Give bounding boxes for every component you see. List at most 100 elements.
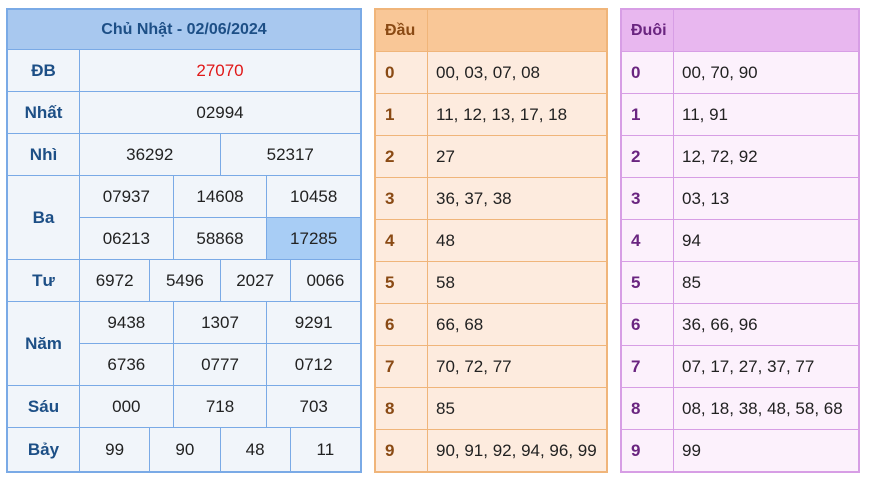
duoi-header: Đuôi — [622, 10, 858, 52]
prize-number: 14608 — [172, 176, 267, 217]
dau-key: 0 — [376, 52, 428, 93]
dau-key: 1 — [376, 94, 428, 135]
prize-number: 36292 — [126, 144, 174, 164]
dau-row: 0 00, 03, 07, 08 — [376, 52, 606, 94]
duoi-values: 00, 70, 90 — [682, 62, 758, 82]
duoi-row: 6 36, 66, 96 — [622, 304, 858, 346]
prize-third: Ba 07937 14608 10458 06213 58868 17285 — [8, 176, 361, 260]
duoi-values: 08, 18, 38, 48, 58, 68 — [682, 398, 843, 418]
prize-number: 27070 — [196, 60, 244, 80]
dau-key: 7 — [376, 346, 428, 387]
prize-special: ĐB 27070 — [8, 50, 360, 92]
duoi-title: Đuôi — [622, 10, 674, 51]
prize-sixth: Sáu 000 718 703 — [8, 386, 360, 428]
prize-label: Tư — [8, 260, 80, 301]
duoi-values: 85 — [682, 272, 701, 292]
duoi-row: 8 08, 18, 38, 48, 58, 68 — [622, 388, 858, 430]
dau-values: 90, 91, 92, 94, 96, 99 — [436, 441, 597, 460]
prize-fifth: Năm 9438 1307 9291 6736 0777 0712 — [8, 302, 360, 386]
prize-second: Nhì 36292 52317 — [8, 134, 360, 176]
prize-number: 6736 — [107, 354, 146, 374]
prize-number-highlighted: 17285 — [266, 218, 361, 259]
duoi-row: 2 12, 72, 92 — [622, 136, 858, 178]
duoi-values: 07, 17, 27, 37, 77 — [682, 356, 815, 376]
prize-label: Bảy — [8, 428, 80, 471]
prize-number: 11 — [289, 428, 360, 471]
dau-values: 27 — [436, 146, 455, 166]
dau-row: 9 90, 91, 92, 94, 96, 99 — [376, 430, 606, 472]
duoi-values: 11, 91 — [682, 104, 729, 124]
dau-key: 2 — [376, 136, 428, 177]
prize-number: 9291 — [266, 302, 360, 343]
dau-key: 6 — [376, 304, 428, 345]
dau-row: 2 27 — [376, 136, 606, 178]
prize-number: 52317 — [219, 134, 361, 175]
prize-number: 0777 — [172, 344, 267, 385]
prize-first: Nhất 02994 — [8, 92, 360, 134]
results-table: Chủ Nhật - 02/06/2024 ĐB 27070 Nhất 0299… — [6, 8, 362, 473]
duoi-key: 2 — [622, 136, 674, 177]
duoi-row: 4 94 — [622, 220, 858, 262]
duoi-row: 3 03, 13 — [622, 178, 858, 220]
dau-row: 6 66, 68 — [376, 304, 606, 346]
prize-number: 0066 — [289, 260, 360, 301]
dau-values: 85 — [436, 398, 455, 418]
dau-title: Đầu — [376, 10, 428, 51]
prize-number: 02994 — [196, 102, 244, 122]
dau-header: Đầu — [376, 10, 606, 52]
dau-row: 1 11, 12, 13, 17, 18 — [376, 94, 606, 136]
dau-values: 70, 72, 77 — [436, 356, 512, 376]
prize-label: Sáu — [8, 386, 80, 427]
duoi-values: 99 — [682, 441, 701, 460]
dau-key: 4 — [376, 220, 428, 261]
prize-number: 000 — [112, 396, 141, 416]
prize-number: 0712 — [266, 344, 360, 385]
dau-values: 58 — [436, 272, 455, 292]
duoi-row: 1 11, 91 — [622, 94, 858, 136]
dau-key: 3 — [376, 178, 428, 219]
duoi-key: 7 — [622, 346, 674, 387]
duoi-key: 1 — [622, 94, 674, 135]
prize-number: 1307 — [172, 302, 267, 343]
duoi-row: 5 85 — [622, 262, 858, 304]
duoi-key: 8 — [622, 388, 674, 429]
duoi-values: 94 — [682, 230, 701, 250]
dau-values: 48 — [436, 230, 455, 250]
dau-row: 5 58 — [376, 262, 606, 304]
duoi-key: 0 — [622, 52, 674, 93]
prize-number: 6972 — [95, 270, 134, 290]
duoi-table: Đuôi 0 00, 70, 90 1 11, 91 2 12, 72, 92 3 03… — [620, 8, 860, 473]
duoi-values: 03, 13 — [682, 188, 730, 208]
prize-number: 48 — [219, 428, 290, 471]
duoi-values: 12, 72, 92 — [682, 146, 758, 166]
prize-label: ĐB — [8, 50, 80, 91]
dau-key: 9 — [376, 430, 428, 472]
dau-key: 8 — [376, 388, 428, 429]
prize-number: 2027 — [219, 260, 290, 301]
prize-number: 90 — [149, 428, 219, 471]
duoi-key: 9 — [622, 430, 674, 472]
results-title: Chủ Nhật - 02/06/2024 — [8, 10, 360, 50]
dau-row: 7 70, 72, 77 — [376, 346, 606, 388]
results-body: ĐB 27070 Nhất 02994 Nhì 36292 52317 Ba 0… — [8, 50, 361, 471]
dau-key: 5 — [376, 262, 428, 303]
dau-values: 11, 12, 13, 17, 18 — [436, 104, 568, 124]
prize-number: 9438 — [107, 312, 146, 332]
dau-row: 3 36, 37, 38 — [376, 178, 606, 220]
duoi-row: 0 00, 70, 90 — [622, 52, 858, 94]
duoi-key: 4 — [622, 220, 674, 261]
prize-number: 07937 — [102, 186, 150, 206]
duoi-values: 36, 66, 96 — [682, 314, 758, 334]
prize-label: Ba — [8, 176, 80, 259]
prize-number: 10458 — [266, 176, 360, 217]
dau-table: Đầu 0 00, 03, 07, 08 1 11, 12, 13, 17, 18 … — [374, 8, 608, 473]
duoi-row: 9 99 — [622, 430, 858, 472]
dau-row: 8 85 — [376, 388, 606, 430]
prize-number: 06213 — [102, 228, 150, 248]
duoi-key: 6 — [622, 304, 674, 345]
prize-number: 718 — [172, 386, 267, 427]
duoi-key: 3 — [622, 178, 674, 219]
prize-number: 58868 — [172, 218, 267, 259]
prize-number: 99 — [105, 439, 125, 459]
dau-values: 00, 03, 07, 08 — [436, 62, 540, 82]
